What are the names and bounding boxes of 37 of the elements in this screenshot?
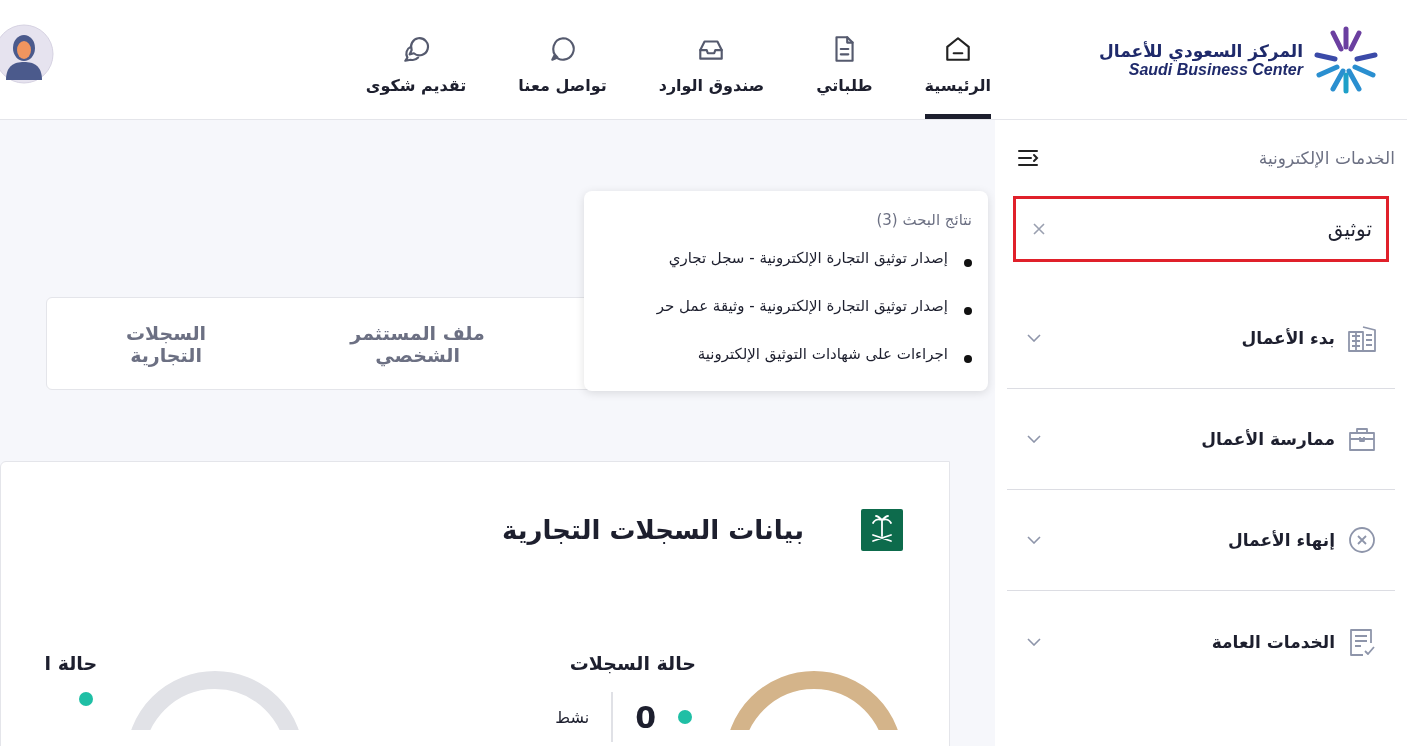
menu-icon[interactable] [1017,148,1041,168]
results-title: نتائج البحث (3) [875,211,972,229]
avatar-icon[interactable] [0,24,54,84]
nav-item[interactable]: تقديم شكوى [365,0,467,119]
nav-item[interactable]: تواصل معنا [518,0,607,119]
chevron-down-icon [1027,536,1041,544]
tab[interactable]: ملف المستثمر الشخصي [305,321,531,366]
panel-title: حالة السجلات [568,652,696,674]
sidebar-item[interactable]: إنهاء الأعمال [1007,490,1395,591]
tab[interactable]: السجلات التجارية [87,321,246,366]
search-result-link[interactable]: إصدار توثيق التجارة الإلكترونية - وثيقة عمل حر [656,287,948,325]
checklist-icon [1347,626,1377,657]
search-field[interactable]: توثيق [1013,196,1389,262]
sidebar-item[interactable]: الخدمات العامة [1007,591,1395,692]
bullet-dot [964,355,972,363]
logo-arabic-text: المركز السعودي للأعمال [1099,40,1303,61]
chevron-down-icon [1027,334,1041,342]
x-circle-icon [1347,525,1377,555]
bullet-dot [964,307,972,315]
bullet-dot [964,259,972,267]
card-title: بيانات السجلات التجارية [502,515,804,545]
nav-item[interactable]: صندوق الوارد [658,0,765,119]
sidebar-item[interactable]: ممارسة الأعمال [1007,389,1395,490]
status-count: 0 [635,699,656,735]
close-icon[interactable] [1033,223,1045,235]
status-label: نشط [555,707,590,727]
logo-icon [1311,24,1381,95]
emblem-icon [860,508,904,552]
search-result-link[interactable]: اجراءات على شهادات التوثيق الإلكترونية [697,335,948,373]
nav-item[interactable]: طلباتي [816,0,873,119]
sidebar-title: الخدمات الإلكترونية [1258,148,1395,168]
building-icon [1347,323,1377,353]
sidebar-item[interactable]: بدء الأعمال [1007,288,1395,389]
chevron-down-icon [1027,637,1041,646]
search-result-link[interactable]: إصدار توثيق التجارة الإلكترونية - سجل تجاري [668,239,948,277]
chevron-down-icon [1027,435,1041,443]
panel-title: حالة ا [44,652,98,674]
